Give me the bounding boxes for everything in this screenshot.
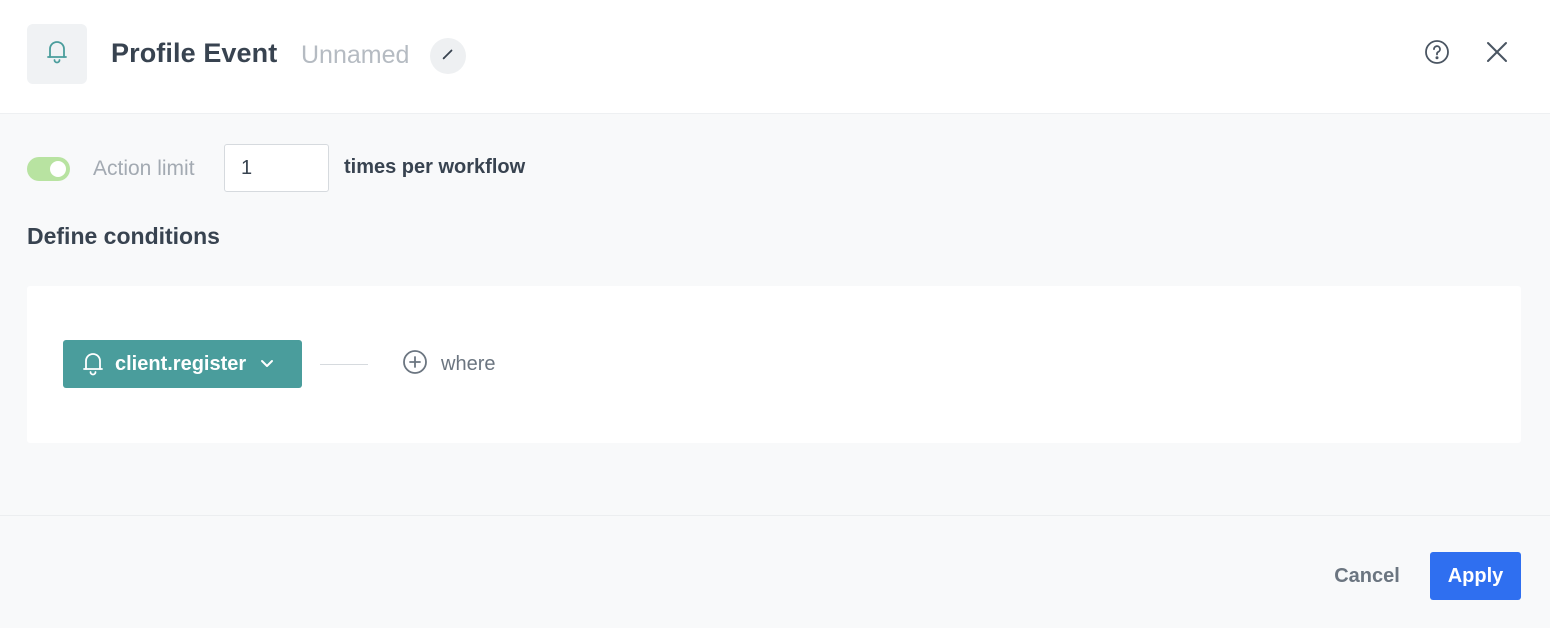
conditions-title: Define conditions: [27, 223, 220, 249]
event-name: client.register: [115, 352, 247, 375]
cancel-button[interactable]: Cancel: [1318, 552, 1416, 600]
toggle-knob: [50, 161, 66, 177]
question-circle-icon: [1424, 39, 1450, 70]
close-button[interactable]: [1480, 37, 1514, 71]
modal-header: Profile Event Unnamed: [0, 0, 1550, 114]
edit-name-button[interactable]: [430, 38, 466, 74]
action-limit-input[interactable]: [224, 144, 329, 192]
plus-circle-icon: [402, 349, 428, 380]
action-limit-toggle[interactable]: [27, 157, 70, 181]
event-selector-button[interactable]: client.register: [63, 340, 302, 388]
bell-icon: [45, 39, 69, 70]
event-type-badge: [27, 24, 87, 84]
footer-divider: [0, 515, 1550, 516]
close-icon: [1486, 41, 1508, 68]
where-label: where: [441, 352, 496, 375]
page-title: Profile Event: [111, 38, 278, 68]
apply-button[interactable]: Apply: [1430, 552, 1521, 600]
chevron-down-icon: [260, 359, 274, 369]
bell-icon: [82, 351, 104, 377]
action-limit-suffix: times per workflow: [344, 156, 526, 178]
pencil-icon: [441, 47, 455, 66]
node-name: Unnamed: [301, 41, 410, 69]
add-where-button[interactable]: where: [402, 349, 496, 380]
action-limit-label: Action limit: [93, 157, 195, 180]
connector-line: [320, 364, 368, 365]
help-button[interactable]: [1420, 37, 1454, 71]
